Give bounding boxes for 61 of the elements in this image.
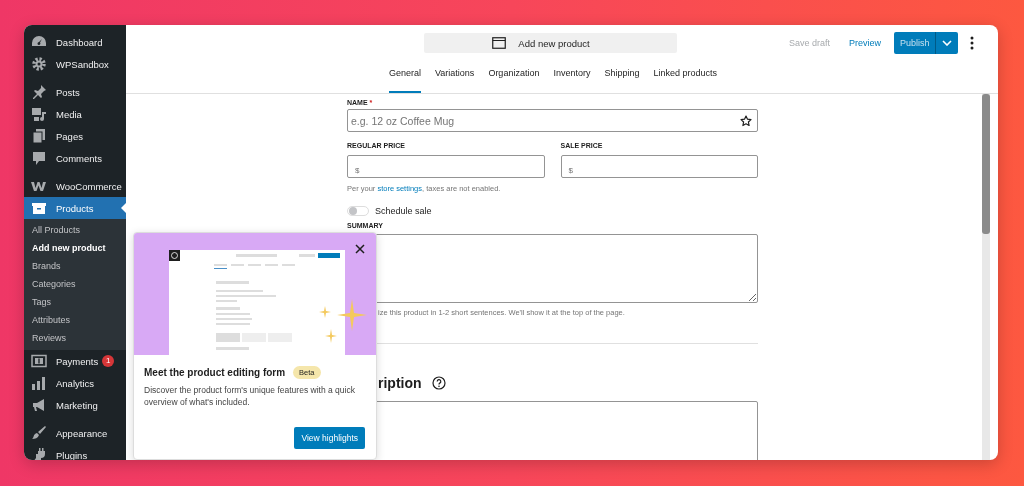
help-icon [431, 376, 446, 390]
toggle-switch[interactable] [347, 206, 369, 216]
close-icon [355, 244, 365, 254]
dropdown-button[interactable] [935, 32, 958, 54]
submenu-item[interactable]: Attributes [24, 311, 126, 329]
notification-badge: 1 [102, 355, 115, 367]
document-title-bar[interactable]: Add new product [423, 33, 677, 53]
pushpin-icon [31, 84, 47, 100]
more-button[interactable] [970, 36, 974, 50]
currency-prefix: $ [355, 166, 360, 176]
submenu-item[interactable]: Add new product [24, 239, 126, 257]
sidebar-item[interactable]: Appearance [24, 422, 126, 444]
sidebar-item[interactable]: Analytics [24, 372, 126, 394]
sidebar-item[interactable]: Posts [24, 81, 126, 103]
toggle-label: Schedule sale [375, 206, 432, 216]
currency-prefix: $ [568, 166, 573, 176]
tab[interactable]: Linked products [653, 61, 717, 93]
section-heading: ription [378, 375, 422, 391]
popup-title: Meet the product editing form [144, 367, 286, 378]
publish-button[interactable]: Publish [894, 32, 935, 54]
input-field[interactable] [560, 155, 758, 178]
tab[interactable]: General [389, 61, 421, 93]
banknote-icon [31, 353, 47, 369]
close-button[interactable] [353, 242, 367, 256]
submenu-item[interactable]: Tags [24, 293, 126, 311]
documents-icon [31, 128, 47, 144]
sidebar-item[interactable]: WooCommerce [24, 175, 126, 197]
submenu-item[interactable]: All Products [24, 221, 126, 239]
sidebar-item[interactable]: WPSandbox [24, 53, 126, 75]
tab[interactable]: Inventory [553, 61, 591, 93]
layout-icon [492, 37, 507, 49]
gear-icon [31, 56, 47, 72]
tab[interactable]: Organization [488, 61, 540, 93]
view-highlights-button[interactable]: View highlights [294, 427, 365, 449]
tab[interactable]: Shipping [604, 61, 640, 93]
submenu-item[interactable]: Categories [24, 275, 126, 293]
submenu-item[interactable]: Brands [24, 257, 126, 275]
input-field[interactable] [347, 155, 545, 178]
scrollbar[interactable] [982, 94, 990, 460]
star-icon [740, 115, 752, 127]
paintbrush-icon [31, 425, 47, 441]
preview-button[interactable]: Preview [849, 38, 881, 48]
sidebar-item[interactable]: Payments 1 [24, 350, 126, 372]
speech-bubble-icon [31, 150, 47, 166]
sidebar-item[interactable]: Marketing [24, 394, 126, 416]
popup-description: Discover the product form's unique features with a quick overview of what's included. [144, 384, 356, 408]
sidebar-item[interactable]: Media [24, 103, 126, 125]
kebab-icon [970, 36, 974, 50]
tab[interactable]: Variations [435, 61, 475, 93]
sidebar-item[interactable]: Products [24, 197, 126, 219]
submenu-item[interactable]: Reviews [24, 329, 126, 347]
sidebar-item[interactable]: Pages [24, 125, 126, 147]
megaphone-icon [31, 397, 47, 413]
archive-icon [31, 200, 47, 216]
caret-icon [942, 40, 952, 46]
bar-chart-icon [31, 375, 47, 391]
photo-music-icon [31, 106, 47, 122]
input-field[interactable]: e.g. 12 oz Coffee Mug [347, 109, 758, 132]
sidebar-item[interactable]: Comments [24, 147, 126, 169]
sidebar-item[interactable]: Plugins [24, 444, 126, 460]
sidebar-item[interactable]: Dashboard [24, 31, 126, 53]
